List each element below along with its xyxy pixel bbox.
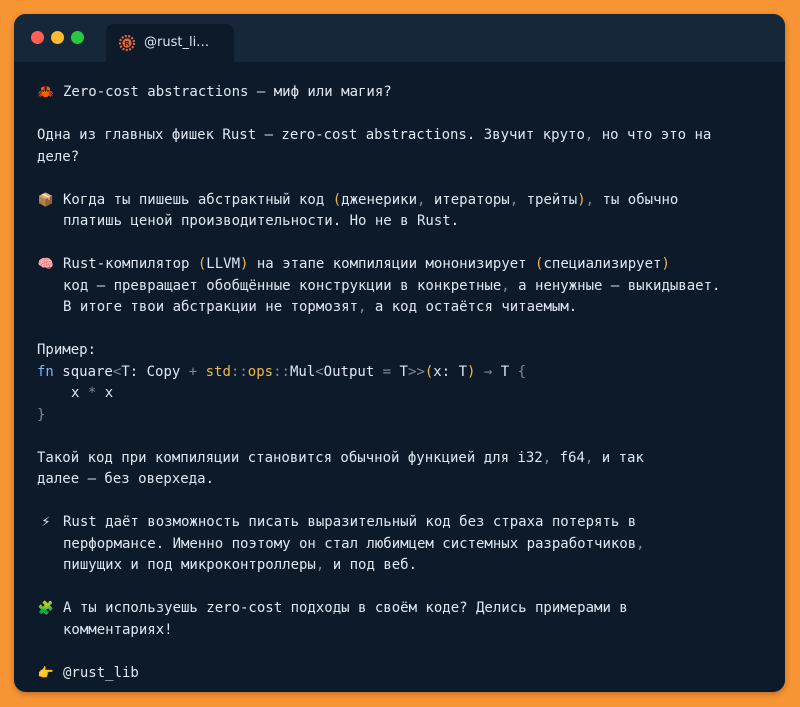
brain-icon: 🧠: [37, 257, 55, 272]
paragraph-performance-2: перформансе. Именно поэтому он стал люби…: [63, 535, 645, 552]
post-title: 🦀 Zero-cost abstractions — миф или магия?: [37, 82, 767, 104]
app-window: R @rust_li… 🦀 Zero-cost abstractions — ми…: [14, 14, 785, 692]
paragraph-performance-1: ⚡ Rust даёт возможность писать выразитель…: [37, 512, 767, 534]
paragraph-question-1: 🧩 А ты используешь zero-cost подходы в св…: [37, 598, 767, 620]
title-bar: R @rust_li…: [14, 14, 785, 62]
channel-handle-link[interactable]: @rust_lib: [63, 665, 139, 681]
footer-handle: 👉 @rust_lib: [37, 663, 767, 685]
example-label: Пример:: [37, 342, 97, 358]
intro-line-2: деле?: [37, 148, 80, 165]
paragraph-monomorph-1: Такой код при компиляции становится обыч…: [37, 449, 644, 466]
paragraph-compiler-3: В итоге твои абстракции не тормозят, а к…: [63, 299, 578, 315]
paragraph-compiler-1: 🧠 Rust-компилятор (LLVM) на этапе компиля…: [37, 254, 767, 276]
paragraph-generics-1: 📦 Когда ты пишешь абстрактный код (дженер…: [37, 190, 767, 212]
package-icon: 📦: [37, 192, 55, 208]
post-content: 🦀 Zero-cost abstractions — миф или магия?…: [37, 82, 767, 684]
minimize-window-button[interactable]: [51, 31, 64, 44]
paragraph-question-2: комментариях!: [63, 621, 173, 638]
tab-rust-lib[interactable]: R @rust_li…: [106, 24, 234, 62]
crab-icon: 🦀: [37, 85, 55, 100]
tab-title: @rust_li…: [144, 35, 210, 50]
lightning-icon: ⚡: [41, 515, 51, 530]
code-line-3: }: [37, 406, 46, 423]
pointing-hand-icon: 👉: [37, 665, 55, 681]
code-line-1: fn square<T: Copy + std::ops::Mul<Output…: [37, 363, 527, 380]
rust-logo-icon: R: [118, 34, 136, 52]
maximize-window-button[interactable]: [71, 31, 84, 44]
paragraph-performance-3: пишущих и под микроконтроллеры, и под ве…: [63, 557, 418, 573]
close-window-button[interactable]: [31, 31, 44, 44]
code-line-2: x * x: [71, 385, 114, 401]
intro-line-1: Одна из главных фишек Rust — zero-cost a…: [37, 127, 712, 143]
paragraph-monomorph-2: далее — без оверхеда.: [37, 471, 215, 487]
svg-text:R: R: [124, 40, 130, 48]
puzzle-icon: 🧩: [37, 601, 55, 616]
paragraph-generics-2: платишь ценой производительности. Но не …: [63, 213, 460, 229]
paragraph-compiler-2: код — превращает обобщённые конструкции …: [63, 277, 721, 294]
